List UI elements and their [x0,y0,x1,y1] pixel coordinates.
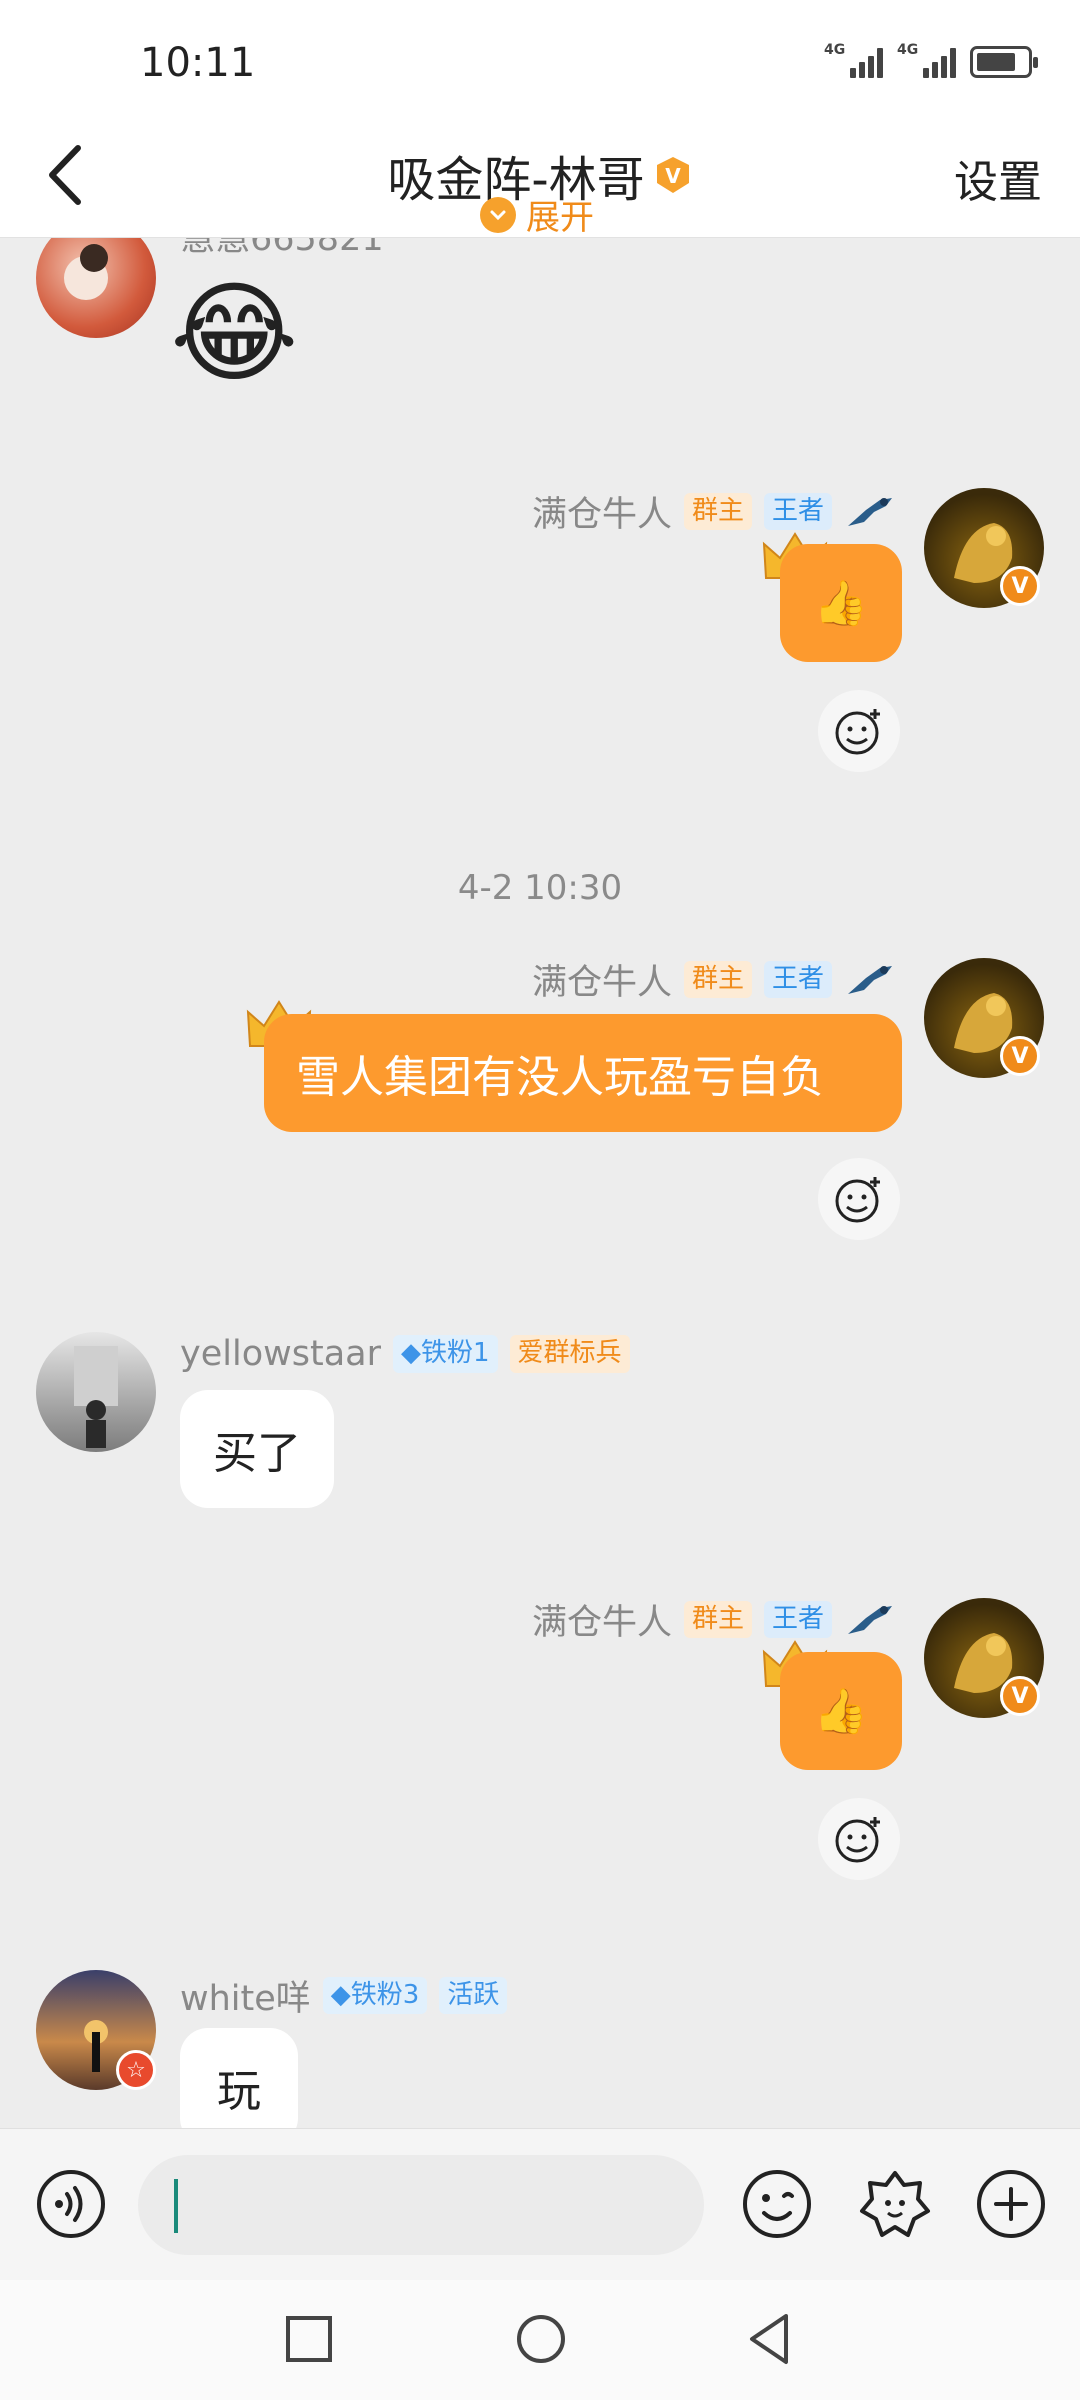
sender-info: 满仓牛人 群主 王者 [532,954,896,1005]
sender-name: white咩 [180,1979,311,2019]
square-icon[interactable] [278,2308,340,2370]
tag-role: 爱群标兵 [509,1335,630,1373]
message-bubble[interactable]: 👍 [780,544,902,662]
circle-icon[interactable] [510,2308,572,2370]
input-bar [0,2128,1080,2280]
emoji-message[interactable]: 😂 [170,278,299,388]
add-reaction-icon[interactable] [818,1798,900,1880]
chat-header: 吸金阵-林哥 V 展开 设置 [0,120,1080,238]
sender-name: 慧慧665821 [180,238,384,259]
sender-info: 满仓牛人 群主 王者 [532,486,896,537]
verified-badge-icon: V [1000,1036,1040,1076]
message-text: 雪人集团有没人玩盈亏自负 [296,1052,824,1103]
sender-name: 满仓牛人 [531,963,672,1003]
tag-fan: ◆铁粉3 [322,1976,428,2015]
badge-icon: ☆ [116,2050,156,2090]
settings-button[interactable]: 设置 [954,146,1042,210]
tag-role: 活跃 [439,1976,508,2015]
verified-badge-icon: V [1000,1676,1040,1716]
timestamp: 4-2 10:30 [457,868,623,908]
status-icons: 4G 4G [824,42,1038,78]
magpie-icon [848,497,892,526]
message-text: 玩 [217,2066,261,2117]
text-caret [174,2179,178,2233]
avatar[interactable] [36,1332,156,1452]
verified-badge-icon: V [1000,566,1040,606]
sender-name: 满仓牛人 [531,495,672,535]
magpie-icon [848,965,892,994]
tag-owner: 群主 [683,1600,752,1639]
tag-owner: 群主 [683,960,752,999]
magpie-icon [848,1605,892,1634]
chevron-down-icon [480,196,516,233]
sticker-icon[interactable] [858,2167,932,2241]
expand-button[interactable]: 展开 [480,190,594,239]
battery-icon [970,46,1038,78]
message-input[interactable] [138,2155,704,2255]
add-reaction-icon[interactable] [818,690,900,772]
avatar[interactable] [36,238,156,338]
status-bar: 10:11 4G 4G [0,0,1080,120]
signal-icon: 4G [897,42,956,78]
tag-rank: 王者 [763,1600,832,1639]
tag-rank: 王者 [763,960,832,999]
svg-text:V: V [665,164,681,188]
triangle-back-icon[interactable] [740,2308,802,2370]
expand-label: 展开 [526,198,594,238]
sender-name: yellowstaar [180,1334,381,1374]
tag-rank: 王者 [763,492,832,531]
tag-fan: ◆铁粉1 [392,1335,498,1373]
signal-icon: 4G [824,42,883,78]
message-text: 买了 [213,1428,301,1479]
sender-info: white咩 ◆铁粉3 活跃 [180,1970,508,2021]
message-bubble[interactable]: 雪人集团有没人玩盈亏自负 [264,1014,902,1132]
sender-name: 满仓牛人 [531,1603,672,1643]
add-reaction-icon[interactable] [818,1158,900,1240]
plus-icon[interactable] [974,2167,1048,2241]
voice-icon[interactable] [34,2167,108,2241]
message-bubble[interactable]: 买了 [180,1390,334,1508]
emoji-icon[interactable] [740,2167,814,2241]
tag-owner: 群主 [683,492,752,531]
system-nav-bar [0,2280,1080,2400]
verified-badge-icon: V [656,157,689,193]
chat-area[interactable]: 慧慧665821 😂 满仓牛人 群主 王者 V 👍 4-2 10:30 满仓牛人… [0,238,1080,2128]
status-time: 10:11 [140,40,256,86]
sender-info: 满仓牛人 群主 王者 [532,1594,896,1645]
message-bubble[interactable]: 👍 [780,1652,902,1770]
message-bubble[interactable]: 玩 [180,2028,298,2128]
sender-info: yellowstaar ◆铁粉1 爱群标兵 [180,1334,630,1374]
